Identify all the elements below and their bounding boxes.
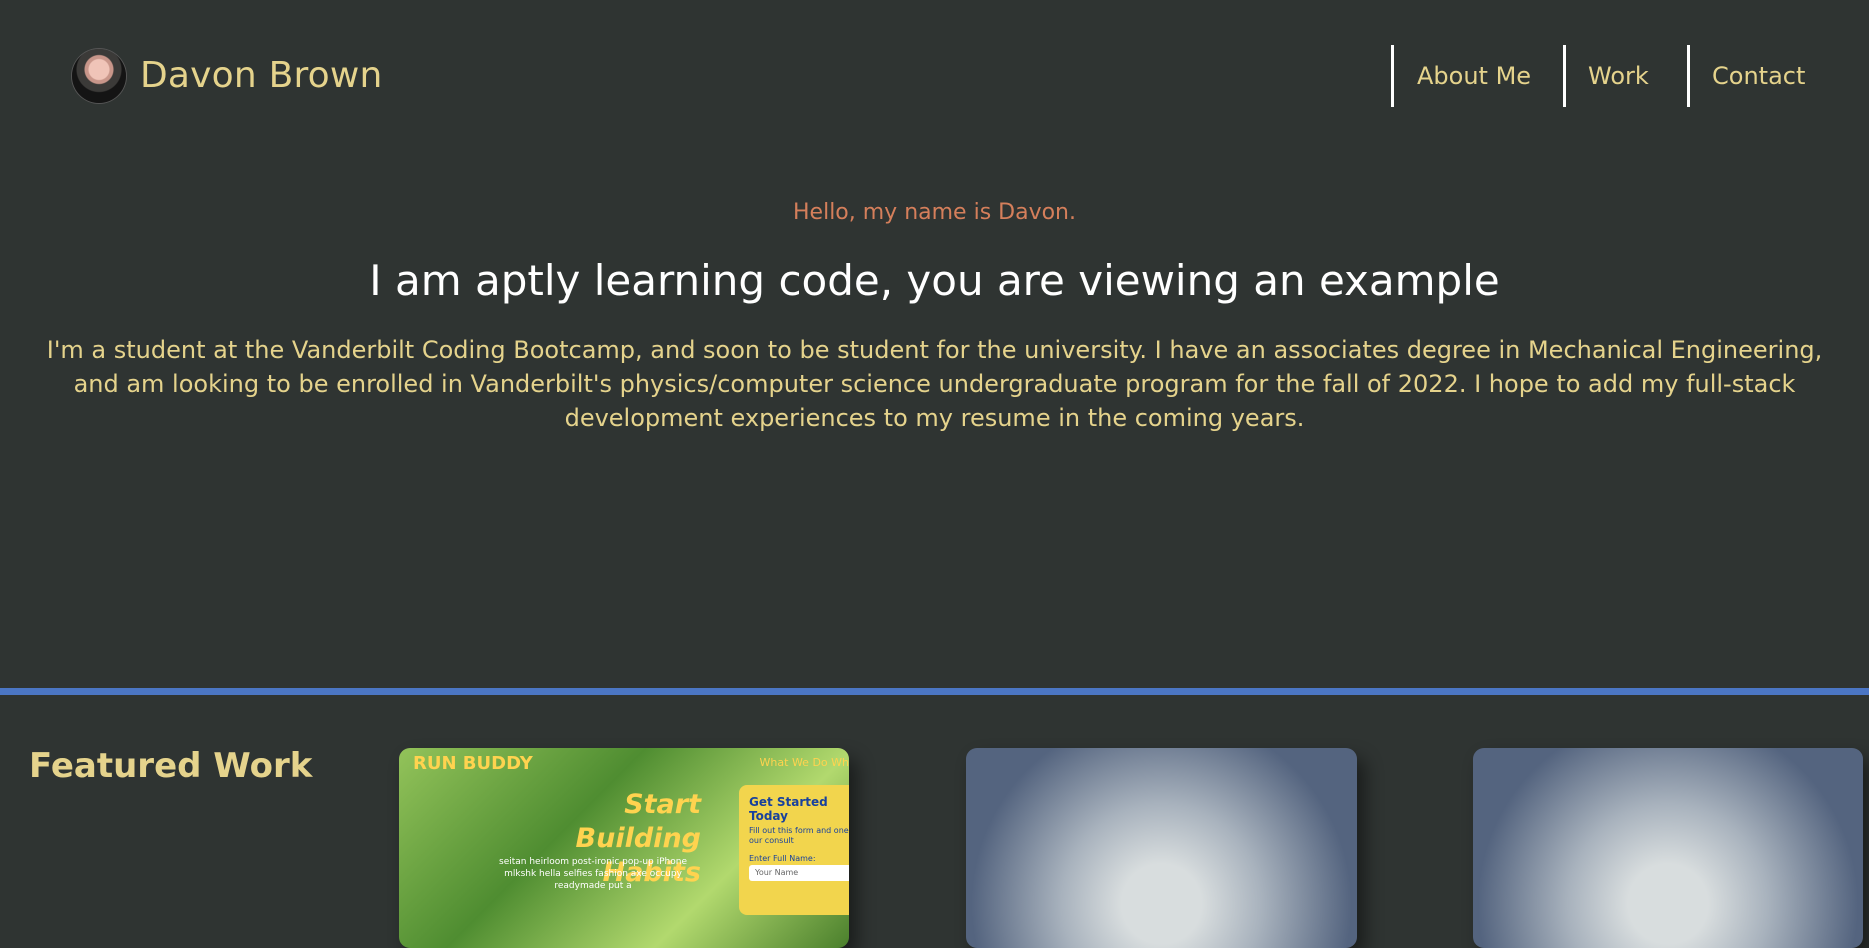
- intro-paragraph: I'm a student at the Vanderbilt Coding B…: [46, 336, 1823, 432]
- brand[interactable]: Davon Brown: [72, 49, 383, 103]
- run-buddy-headline-line-1: Start Building: [575, 789, 701, 854]
- site-owner-name: Davon Brown: [140, 55, 383, 96]
- run-buddy-form-input: Your Name: [749, 865, 849, 881]
- run-buddy-form-subtitle: Fill out this form and one of our consul…: [749, 826, 849, 845]
- featured-work-section: Featured Work RUN BUDDY What We Do Wh St…: [0, 695, 1869, 948]
- project-card-run-buddy[interactable]: RUN BUDDY What We Do Wh Start Building H…: [399, 748, 849, 948]
- run-buddy-body-text: seitan heirloom post-ironic pop-up iPhon…: [499, 857, 687, 891]
- greeting-text: Hello, my name is Davon.: [793, 200, 1076, 225]
- nav-link-contact[interactable]: Contact: [1687, 45, 1869, 107]
- site-header: Davon Brown About Me Work Contact: [0, 0, 1869, 150]
- run-buddy-form-title: Get Started Today: [749, 795, 828, 823]
- nav-link-work[interactable]: Work: [1563, 45, 1687, 107]
- run-buddy-signup-form-preview: Get Started Today Fill out this form and…: [739, 785, 849, 915]
- project-card-2[interactable]: [966, 748, 1357, 948]
- avatar: [72, 49, 126, 103]
- nav-link-about[interactable]: About Me: [1391, 45, 1563, 107]
- run-buddy-form-label: Enter Full Name:: [749, 854, 816, 863]
- project-card-3[interactable]: [1473, 748, 1863, 948]
- run-buddy-logo: RUN BUDDY: [413, 753, 533, 774]
- hero-headline: I am aptly learning code, you are viewin…: [369, 256, 1500, 305]
- section-divider: [0, 688, 1869, 695]
- featured-work-title: Featured Work: [29, 746, 313, 786]
- hero-section: Hello, my name is Davon. I am aptly lear…: [0, 195, 1869, 435]
- run-buddy-nav-preview: What We Do Wh: [759, 756, 849, 769]
- main-navigation: About Me Work Contact: [1391, 45, 1869, 107]
